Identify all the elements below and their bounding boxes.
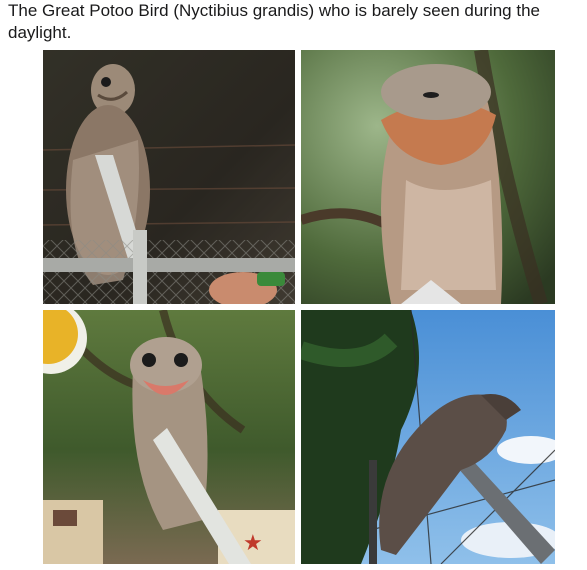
photo-potoo-open-beak: ★ [43,310,295,564]
photo-potoo-on-fence-pole [43,50,295,304]
svg-text:★: ★ [243,531,263,556]
post-caption: The Great Potoo Bird (Nyctibius grandis)… [8,1,540,42]
photo-potoo-closeup-tree [301,50,555,304]
photo-potoo-on-pole-sky [301,310,555,564]
photo-collage: ★ [43,50,555,564]
